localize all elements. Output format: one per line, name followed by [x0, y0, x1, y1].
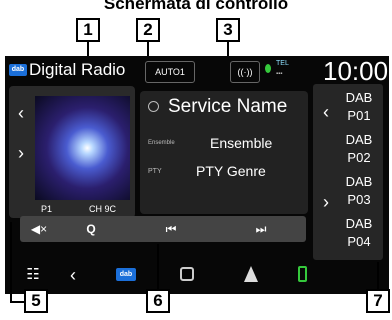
previous-service-button[interactable]: ‹ [11, 96, 31, 130]
callout-7-leader [377, 262, 379, 289]
radio-screen: dab Digital Radio AUTO1 ((·)) TEL ▪▪▪ 10… [5, 56, 389, 294]
preset-list: ‹ › DAB P01 DAB P02 DAB P03 DAB P04 [313, 84, 383, 260]
callout-6: 6 [146, 289, 170, 313]
prev-track-icon[interactable]: ⏮ [158, 216, 184, 242]
pty-value: PTY Genre [196, 163, 266, 179]
callout-5-leader [10, 222, 12, 302]
callout-1: 1 [76, 18, 100, 42]
search-icon[interactable]: Q [78, 216, 104, 242]
next-service-button[interactable]: › [11, 136, 31, 170]
service-name: Service Name [168, 96, 288, 117]
page-heading: Schermata di controllo [103, 0, 289, 13]
pty-label: PTY [148, 168, 162, 175]
preset-item-number[interactable]: P02 [337, 150, 381, 166]
channel-number: CH 9C [89, 204, 117, 214]
app-title: Digital Radio [29, 60, 126, 79]
ensemble-label: Ensemble [148, 140, 175, 146]
phone-icon[interactable] [298, 266, 307, 282]
back-icon[interactable]: ‹ [63, 262, 83, 288]
preset-item-number[interactable]: P04 [337, 234, 381, 250]
bottom-bar: ☷ ‹ dab [9, 260, 309, 290]
preset-item-band[interactable]: DAB [337, 216, 381, 232]
preset-item-band[interactable]: DAB [337, 90, 381, 106]
next-track-icon[interactable]: ⏭ [248, 216, 274, 242]
clock: 10:00 [323, 56, 389, 86]
preset-next-button[interactable]: › [317, 192, 335, 213]
album-art [35, 96, 130, 200]
source-button[interactable]: AUTO1 [145, 61, 195, 83]
media-icon[interactable] [180, 267, 194, 281]
dab-source-icon[interactable]: dab [116, 268, 136, 281]
mute-icon[interactable]: ◀× [26, 216, 52, 242]
tel-label: TEL [276, 60, 289, 67]
info-panel: Service Name Ensemble Ensemble PTY PTY G… [140, 91, 308, 214]
service-icon [148, 101, 159, 112]
artwork-panel: ‹ › P1 CH 9C [9, 86, 135, 218]
preset-number: P1 [41, 204, 53, 214]
ensemble-value: Ensemble [210, 135, 273, 151]
grid-icon[interactable]: ☷ [21, 262, 45, 288]
gps-icon [265, 64, 271, 73]
signal-bars-icon: ▪▪▪ [276, 71, 283, 77]
callout-5-leader-h [10, 301, 24, 303]
preset-item-number[interactable]: P03 [337, 192, 381, 208]
callout-6-leader [157, 244, 159, 289]
callout-5: 5 [24, 289, 48, 313]
preset-item-band[interactable]: DAB [337, 132, 381, 148]
dab-icon: dab [9, 64, 27, 76]
callout-7: 7 [366, 289, 390, 313]
callout-3: 3 [216, 18, 240, 42]
callout-2: 2 [136, 18, 160, 42]
signal-icon[interactable]: ((·)) [230, 61, 260, 83]
preset-item-band[interactable]: DAB [337, 174, 381, 190]
preset-prev-button[interactable]: ‹ [317, 102, 335, 123]
navigation-icon[interactable] [244, 266, 258, 282]
control-bar: ◀× Q ⏮ ⏭ [20, 216, 306, 242]
preset-item-number[interactable]: P01 [337, 108, 381, 124]
